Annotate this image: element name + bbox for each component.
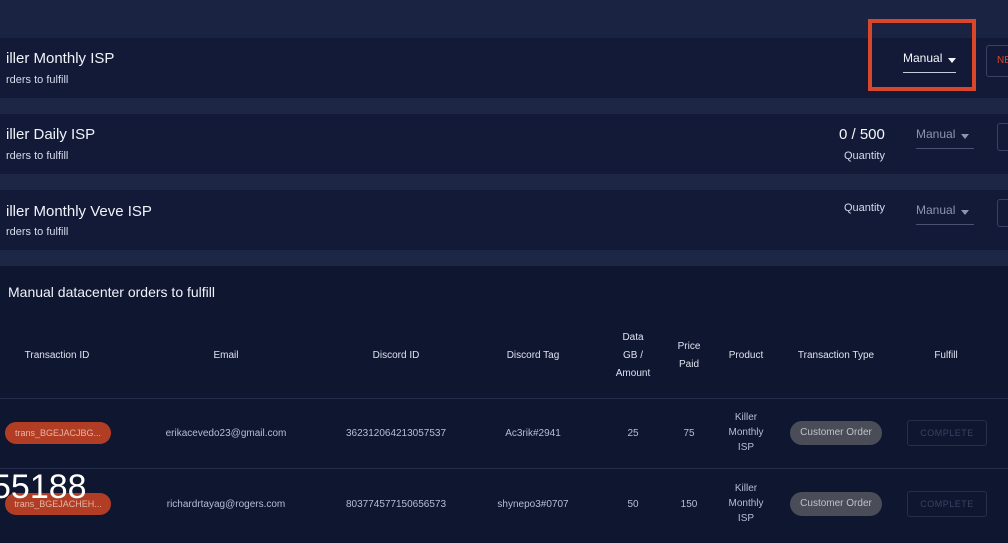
product-title: iller Daily ISP bbox=[6, 126, 96, 143]
data-gb-cell: 50 bbox=[627, 499, 639, 510]
discord-tag-cell: shynepo3#0707 bbox=[497, 499, 569, 510]
col-price-line-2: Paid bbox=[678, 359, 700, 370]
email-cell: richardrtayag@rogers.com bbox=[166, 499, 286, 510]
product-title: iller Monthly Veve ISP bbox=[6, 203, 152, 220]
discord-id-cell: 362312064213057537 bbox=[345, 428, 447, 439]
mode-select[interactable]: Manual bbox=[916, 203, 974, 225]
side-action-label: NE bbox=[997, 55, 1008, 66]
product-line-3: ISP bbox=[737, 442, 755, 453]
complete-button[interactable]: COMPLETE bbox=[907, 491, 987, 517]
discord-tag-cell: Ac3rik#2941 bbox=[505, 428, 561, 439]
email-cell: erikacevedo23@gmail.com bbox=[165, 428, 287, 439]
mode-select-value: Manual bbox=[916, 127, 956, 141]
col-data-gb-amount: Data GB / Amount bbox=[616, 329, 650, 383]
product-subtitle: rders to fulfill bbox=[6, 150, 69, 162]
side-action-button[interactable] bbox=[997, 123, 1008, 151]
card-gap bbox=[0, 250, 1008, 266]
chevron-down-icon bbox=[961, 128, 970, 142]
col-email: Email bbox=[213, 350, 239, 361]
quantity-label: Quantity bbox=[844, 150, 885, 162]
quantity-label: Quantity bbox=[844, 202, 885, 214]
col-discord-tag: Discord Tag bbox=[506, 350, 560, 361]
side-action-button[interactable] bbox=[997, 199, 1008, 227]
product-subtitle: rders to fulfill bbox=[6, 74, 69, 86]
highlight-box bbox=[868, 19, 976, 91]
overlay-number: 55188 bbox=[0, 468, 87, 506]
section-title: Manual datacenter orders to fulfill bbox=[8, 284, 215, 300]
table-row: trans_BGEJACJBG... erikacevedo23@gmail.c… bbox=[0, 398, 1008, 469]
side-action-button[interactable]: NE bbox=[986, 45, 1008, 77]
chevron-down-icon bbox=[961, 204, 970, 218]
col-transaction-type: Transaction Type bbox=[797, 350, 875, 361]
price-paid-cell: 150 bbox=[680, 499, 698, 510]
transaction-type-badge: Customer Order bbox=[790, 492, 882, 516]
product-line-3: ISP bbox=[737, 513, 755, 524]
col-fulfill: Fulfill bbox=[934, 350, 958, 361]
col-transaction-id: Transaction ID bbox=[24, 350, 90, 361]
card-gap bbox=[0, 174, 1008, 190]
data-gb-cell: 25 bbox=[627, 428, 639, 439]
col-price-paid: Price Paid bbox=[678, 338, 701, 374]
quantity-value: 0 / 500 bbox=[839, 126, 885, 143]
table-row: trans_BGEJACHEH... richardrtayag@rogers.… bbox=[0, 468, 1008, 539]
top-band bbox=[0, 0, 1008, 38]
product-subtitle: rders to fulfill bbox=[6, 226, 69, 238]
complete-button[interactable]: COMPLETE bbox=[907, 420, 987, 446]
product-line-2: Monthly bbox=[728, 498, 764, 509]
transaction-type-badge: Customer Order bbox=[790, 421, 882, 445]
product-line-2: Monthly bbox=[728, 427, 764, 438]
product-cell: Killer Monthly ISP bbox=[728, 481, 763, 526]
discord-id-cell: 803774577150656573 bbox=[345, 499, 447, 510]
mode-select-value: Manual bbox=[916, 203, 956, 217]
product-title: iller Monthly ISP bbox=[6, 50, 115, 67]
col-data-gb-line-3: Amount bbox=[615, 368, 651, 379]
col-data-gb-line-2: GB / bbox=[622, 350, 643, 361]
product-line-1: Killer bbox=[734, 483, 758, 494]
product-card-monthly-veve-isp: iller Monthly Veve ISP rders to fulfill … bbox=[0, 190, 1008, 250]
product-cell: Killer Monthly ISP bbox=[728, 410, 763, 455]
product-card-daily-isp: iller Daily ISP rders to fulfill 0 / 500… bbox=[0, 114, 1008, 174]
price-paid-cell: 75 bbox=[683, 428, 695, 439]
table-header: Transaction ID Email Discord ID Discord … bbox=[0, 322, 1008, 398]
transaction-id-pill[interactable]: trans_BGEJACJBG... bbox=[5, 422, 111, 444]
card-gap bbox=[0, 98, 1008, 114]
col-data-gb-line-1: Data bbox=[622, 332, 644, 343]
col-product: Product bbox=[728, 350, 764, 361]
col-discord-id: Discord ID bbox=[372, 350, 420, 361]
product-line-1: Killer bbox=[734, 412, 758, 423]
mode-select[interactable]: Manual bbox=[916, 127, 974, 149]
product-card-monthly-isp: iller Monthly ISP rders to fulfill Manua… bbox=[0, 38, 1008, 98]
col-price-line-1: Price bbox=[677, 341, 701, 352]
